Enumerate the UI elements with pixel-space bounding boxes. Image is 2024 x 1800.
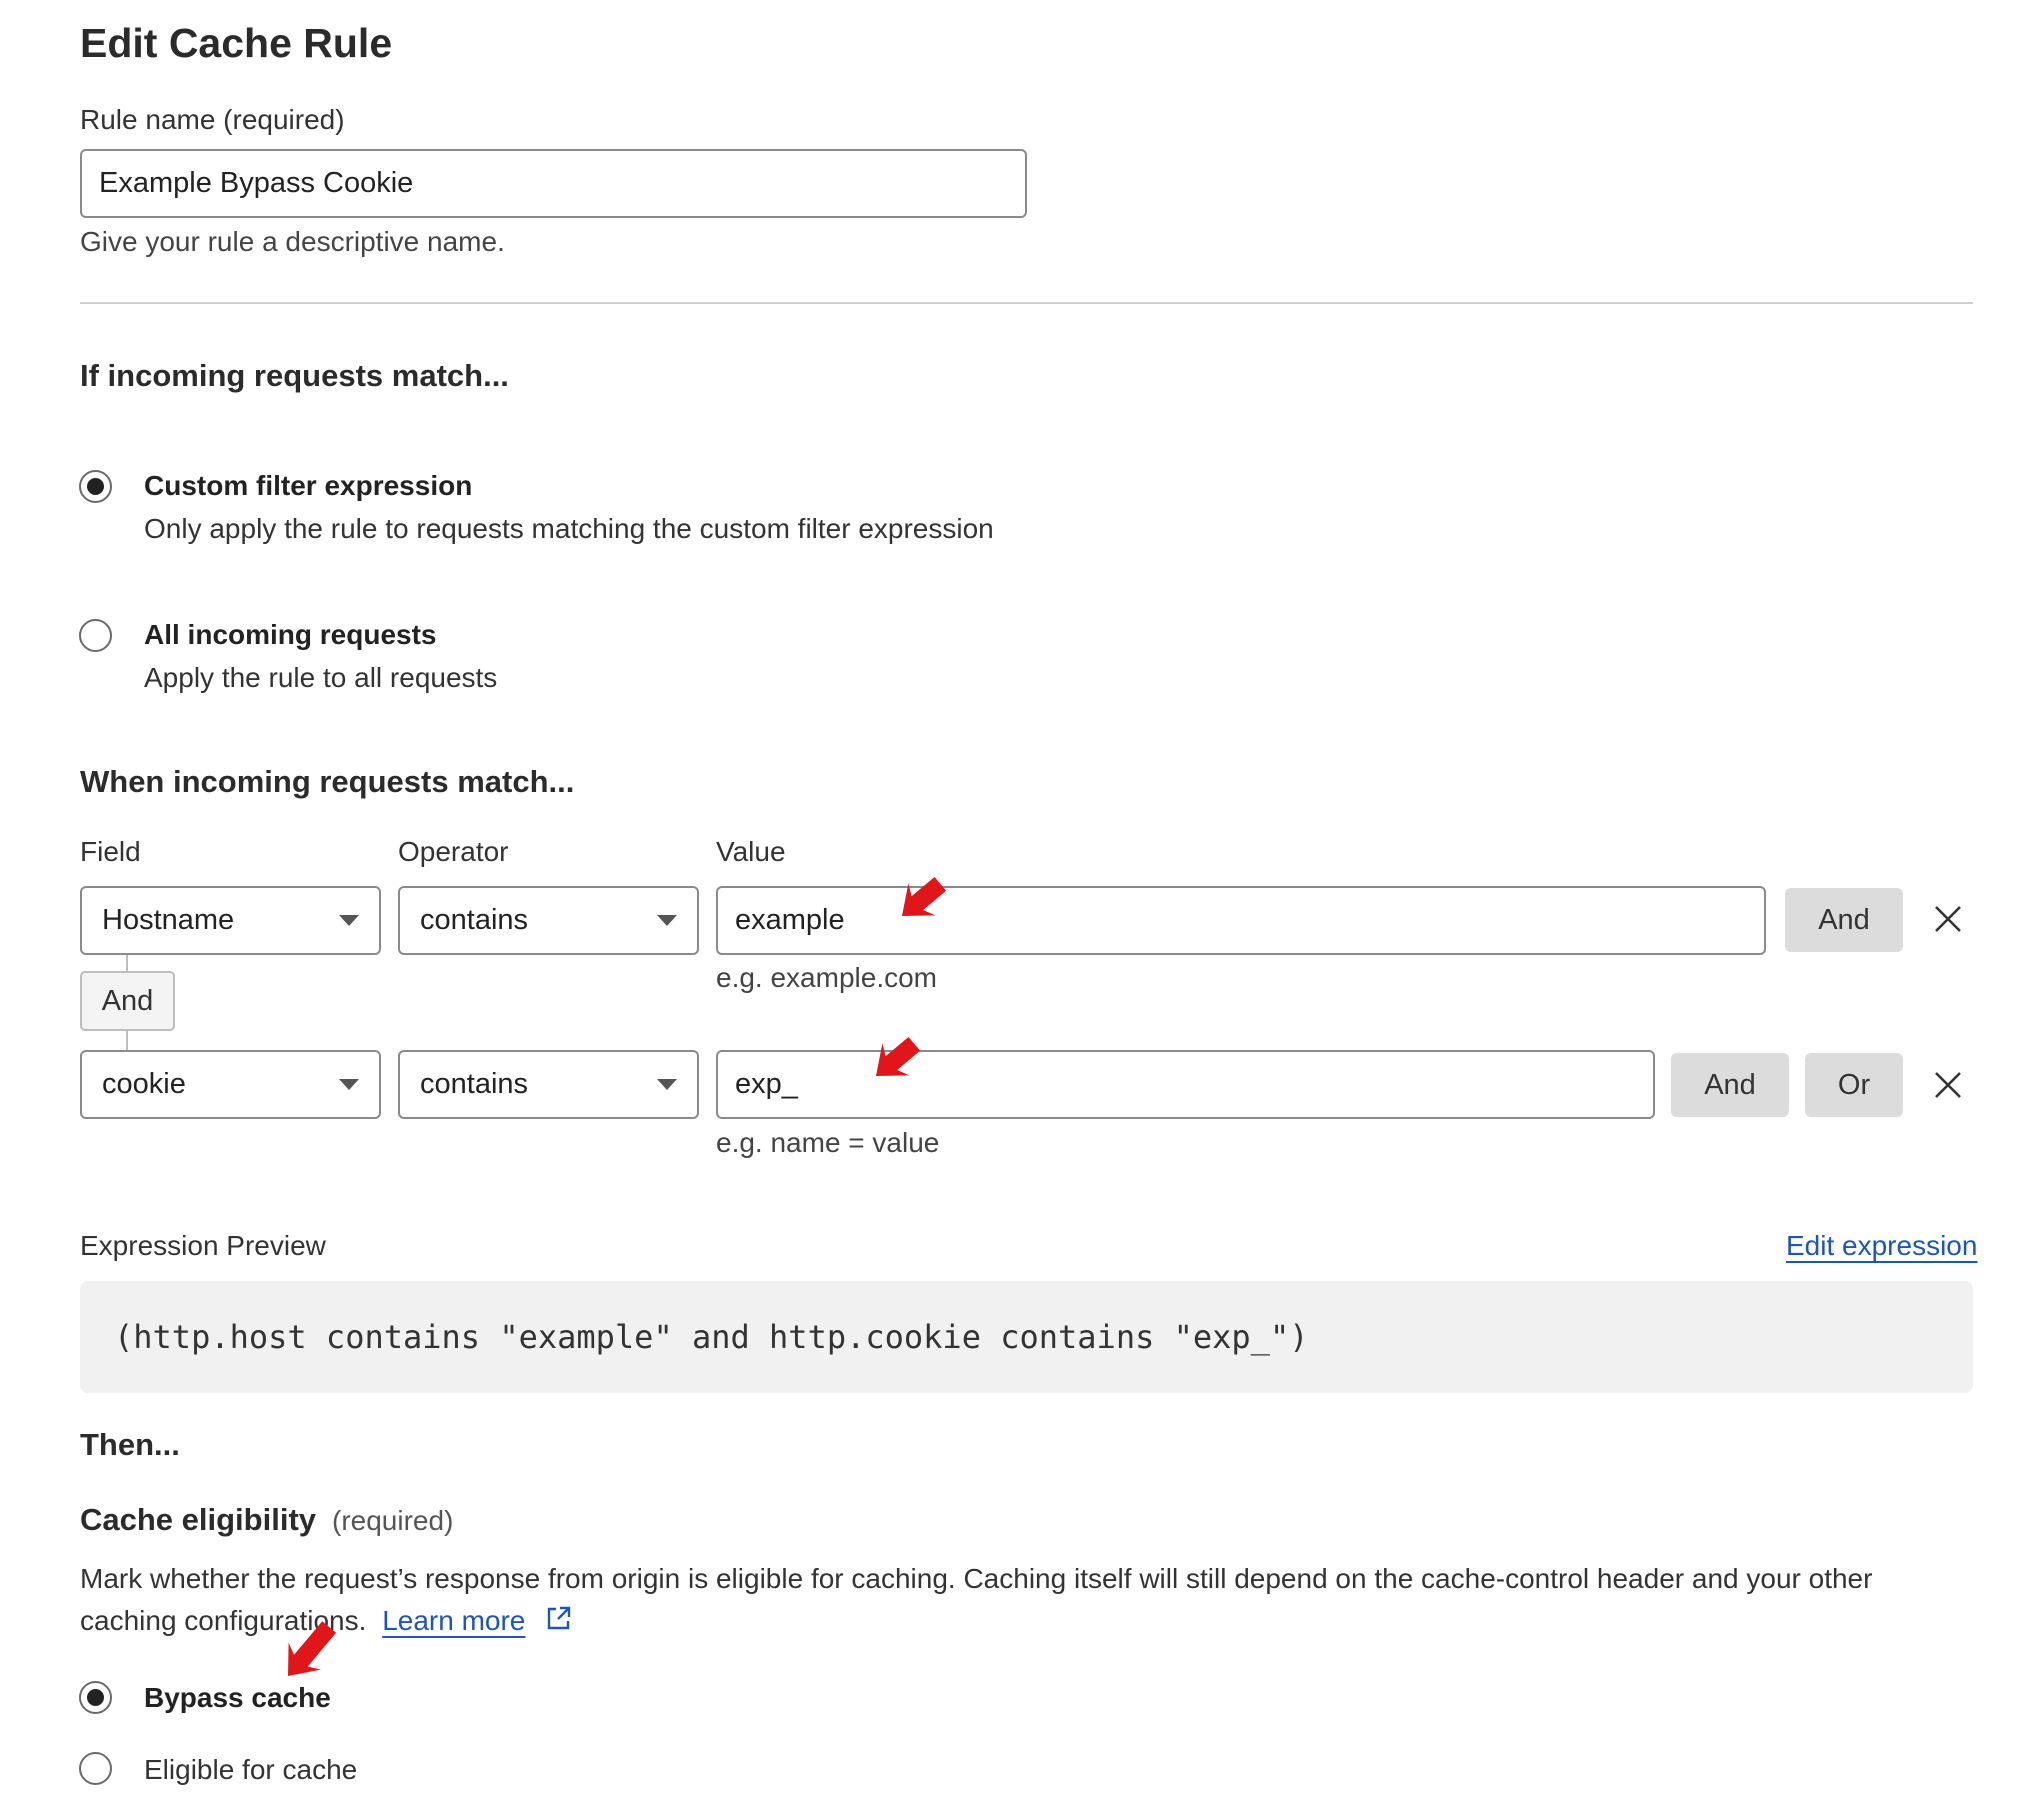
annotation-arrow-icon bbox=[902, 876, 947, 916]
annotation-arrow-icon bbox=[876, 1036, 921, 1076]
annotation-arrows bbox=[288, 876, 947, 1676]
annotation-arrow-icon bbox=[288, 1621, 337, 1676]
